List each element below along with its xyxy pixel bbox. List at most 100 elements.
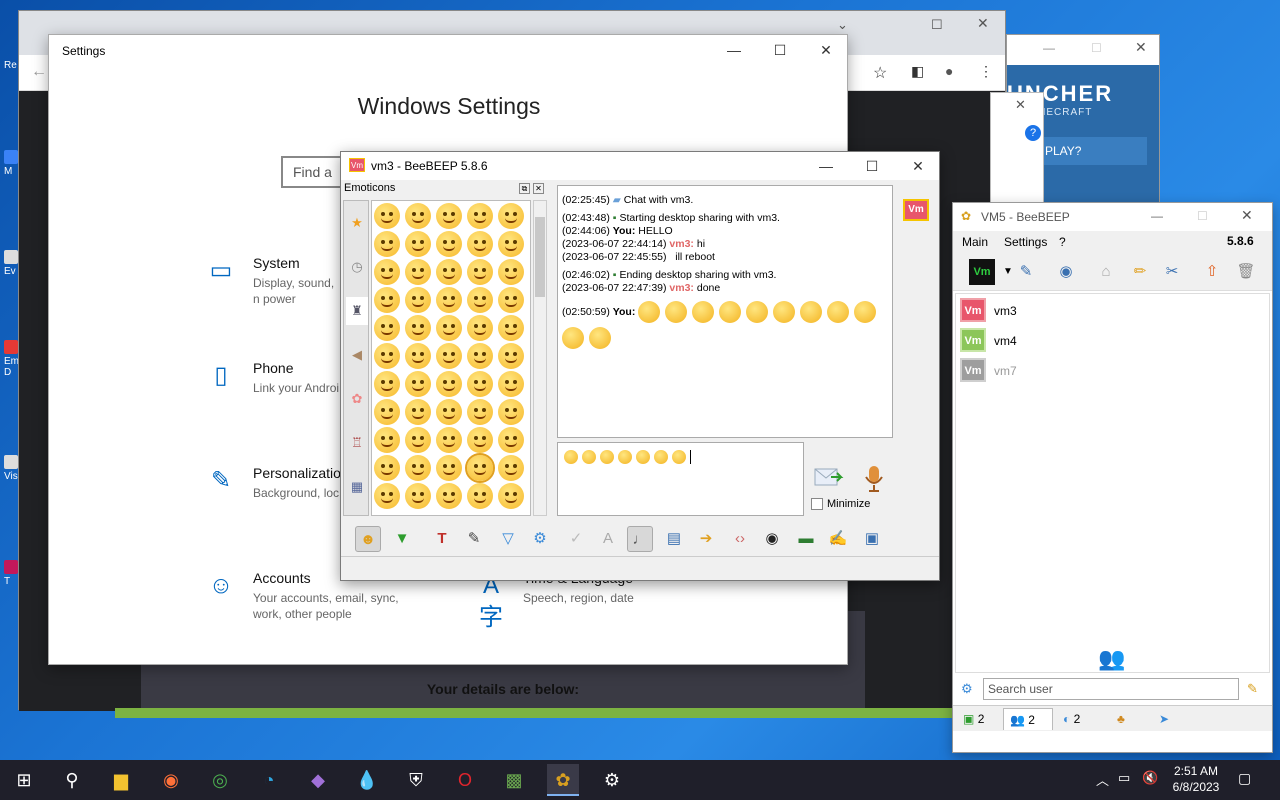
emoticon[interactable] <box>374 371 400 397</box>
float-icon[interactable]: ⧉ <box>519 183 530 194</box>
minecraft-icon[interactable]: ▩ <box>498 764 530 796</box>
beebeep-icon[interactable]: ✿ <box>547 764 579 796</box>
profile-icon[interactable]: ● <box>945 63 953 79</box>
close-icon[interactable]: ✕ <box>1015 97 1026 113</box>
emoticon[interactable] <box>436 483 462 509</box>
volume-muted-icon[interactable]: 🔇 <box>1142 770 1158 786</box>
emoticon[interactable] <box>436 231 462 257</box>
emoticon[interactable] <box>405 371 431 397</box>
emoticon[interactable] <box>436 371 462 397</box>
emoticon[interactable] <box>374 483 400 509</box>
settings-icon[interactable]: ⚙ <box>596 764 628 796</box>
firefox-icon[interactable]: ◉ <box>155 764 187 796</box>
chevron-down-icon[interactable]: ⌄ <box>837 17 848 33</box>
network-icon[interactable]: ◉ <box>1053 259 1079 285</box>
minimize-button[interactable]: — <box>711 35 757 65</box>
sidepanel-icon[interactable]: ◧ <box>911 63 924 80</box>
emoticon[interactable] <box>467 371 493 397</box>
search-input[interactable]: Search user <box>983 678 1239 700</box>
start-icon[interactable]: ⊞ <box>8 764 40 796</box>
filter-icon[interactable]: ▽ <box>495 526 521 552</box>
emoticon[interactable] <box>467 287 493 313</box>
emoticon[interactable] <box>374 343 400 369</box>
emoticon[interactable] <box>405 427 431 453</box>
notes-icon[interactable]: ✍ <box>825 526 851 552</box>
user-row-vm3[interactable]: Vm vm3 <box>960 298 1260 326</box>
emoticon[interactable] <box>498 259 524 285</box>
tab-users[interactable]: 👥 2 <box>1003 708 1053 730</box>
emoticon[interactable] <box>467 399 493 425</box>
emoticon[interactable] <box>374 455 400 481</box>
emoticon[interactable] <box>498 371 524 397</box>
emoticon[interactable] <box>374 315 400 341</box>
opera-icon[interactable]: O <box>449 764 481 796</box>
emoticon[interactable] <box>498 231 524 257</box>
clear-icon[interactable]: ✎ <box>1247 681 1258 697</box>
emoticon[interactable] <box>498 483 524 509</box>
drop-icon[interactable]: 💧 <box>351 764 383 796</box>
close-icon[interactable]: ✕ <box>533 183 544 194</box>
edge-icon[interactable]: ◔ <box>253 764 285 796</box>
emoticon[interactable] <box>405 399 431 425</box>
minimize-checkbox[interactable]: Minimize <box>811 498 870 511</box>
maximize-button[interactable]: ☐ <box>757 35 803 65</box>
emoticon[interactable] <box>436 287 462 313</box>
menu-settings[interactable]: Settings <box>1004 235 1047 249</box>
emoticon[interactable] <box>498 455 524 481</box>
user-row-vm7[interactable]: Vm vm7 <box>960 358 1260 386</box>
camera-icon[interactable]: ◉ <box>759 526 785 552</box>
search-icon[interactable]: ⚲ <box>56 764 88 796</box>
menu-help[interactable]: ? <box>1059 235 1066 249</box>
emoticon[interactable] <box>498 427 524 453</box>
folder-icon[interactable]: ➔ <box>693 526 719 552</box>
emoticon[interactable] <box>374 231 400 257</box>
green-arrow-icon[interactable]: ▼ <box>389 526 415 552</box>
notifications-icon[interactable]: ▢ <box>1238 770 1251 787</box>
scrollbar[interactable] <box>533 200 547 516</box>
emoticon[interactable] <box>467 315 493 341</box>
emoticon[interactable] <box>436 455 462 481</box>
close-button[interactable]: ✕ <box>895 151 941 181</box>
scrollbar-thumb[interactable] <box>535 217 545 297</box>
profile-edit-icon[interactable]: ✎ <box>1013 259 1039 285</box>
emoticon[interactable] <box>467 343 493 369</box>
tab-chats[interactable]: ◐ 2 <box>1057 708 1107 730</box>
emoticon[interactable] <box>498 399 524 425</box>
minimize-button[interactable]: — <box>1151 209 1163 223</box>
emoticon[interactable] <box>436 315 462 341</box>
file-explorer-icon[interactable]: ▆ <box>105 764 137 796</box>
maximize-button[interactable]: ☐ <box>1197 209 1208 223</box>
emoticon[interactable] <box>405 483 431 509</box>
people-icon[interactable]: ♜ <box>346 297 368 325</box>
minimize-icon[interactable]: — <box>1043 41 1055 55</box>
gear-icon[interactable]: ⚙ <box>961 681 973 697</box>
save-icon[interactable]: ▣ <box>859 526 885 552</box>
screen-share-icon[interactable]: ▬ <box>793 526 819 552</box>
message-input[interactable] <box>557 442 804 516</box>
network-icon[interactable]: ▭ <box>1118 770 1130 786</box>
clock-icon[interactable]: ◷ <box>346 253 368 281</box>
symbols-icon[interactable]: ▦ <box>346 473 368 501</box>
trash-icon[interactable]: 🗑 <box>1233 259 1259 285</box>
emoticon[interactable] <box>465 453 495 483</box>
emoticon[interactable] <box>498 203 524 229</box>
emoticon[interactable] <box>405 287 431 313</box>
minimize-button[interactable]: — <box>803 151 849 181</box>
pencil-icon[interactable]: ✏ <box>1127 259 1153 285</box>
maximize-button[interactable]: ☐ <box>849 151 895 181</box>
code-icon[interactable]: ‹› <box>727 526 753 552</box>
text-format-icon[interactable]: T <box>429 526 455 552</box>
star-icon[interactable]: ★ <box>346 209 368 237</box>
horn-icon[interactable]: ◀ <box>346 341 368 369</box>
emoticon[interactable] <box>498 287 524 313</box>
user-badge[interactable]: Vm <box>903 199 929 221</box>
status-icon[interactable]: Vm <box>969 259 995 285</box>
star-icon[interactable]: ☆ <box>873 63 887 83</box>
emoticon[interactable] <box>498 343 524 369</box>
emoticon[interactable] <box>374 399 400 425</box>
emoticon[interactable] <box>436 259 462 285</box>
emoticon[interactable] <box>498 315 524 341</box>
close-icon[interactable]: ✕ <box>977 15 989 32</box>
emoticon[interactable] <box>436 343 462 369</box>
objects-icon[interactable]: ♖ <box>346 429 368 457</box>
